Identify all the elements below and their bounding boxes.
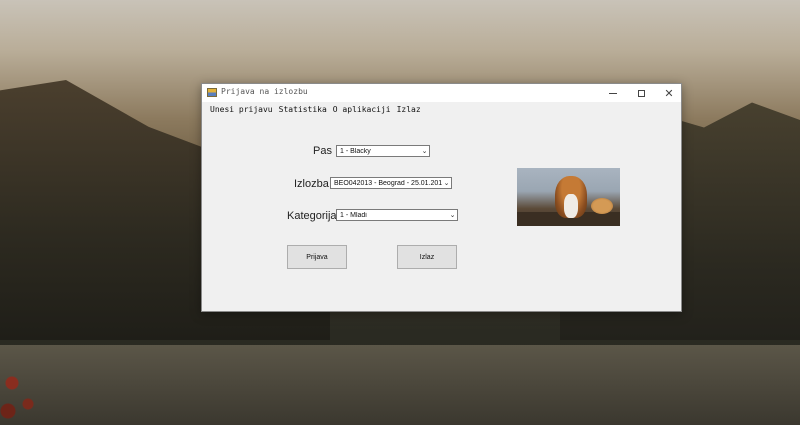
maximize-button[interactable]: [627, 84, 655, 102]
menu-item-statistika[interactable]: Statistika: [279, 105, 327, 114]
pas-label: Pas: [313, 145, 332, 157]
chevron-down-icon[interactable]: ⌄: [448, 210, 457, 220]
menu-item-unesi-prijavu[interactable]: Unesi prijavu: [210, 105, 273, 114]
close-button[interactable]: ✕: [655, 84, 683, 102]
dog-photo: [517, 168, 620, 226]
app-window: Prijava na izlozbu ✕ Unesi prijavu Stati…: [201, 83, 682, 312]
chevron-down-icon[interactable]: ⌄: [420, 146, 429, 156]
chevron-down-icon[interactable]: ⌄: [442, 178, 451, 188]
dog-chest: [564, 194, 578, 218]
minimize-icon: [609, 92, 617, 94]
window-title: Prijava na izlozbu: [221, 87, 308, 96]
kategorija-combobox[interactable]: 1 - Mladi ⌄: [336, 209, 458, 221]
title-bar[interactable]: Prijava na izlozbu ✕: [202, 84, 681, 102]
minimize-button[interactable]: [599, 84, 627, 102]
izlozba-combobox[interactable]: BEO042013 - Beograd - 25.01.2015. ⌄: [330, 177, 452, 189]
izlaz-button[interactable]: Izlaz: [397, 245, 457, 269]
lake: [0, 345, 800, 425]
izlozba-value: BEO042013 - Beograd - 25.01.2015.: [334, 179, 442, 187]
app-icon: [207, 88, 217, 97]
menu-item-izlaz[interactable]: Izlaz: [397, 105, 421, 114]
autumn-leaves: [0, 355, 40, 425]
cat-image: [591, 198, 613, 214]
menu-bar: Unesi prijavu Statistika O aplikaciji Iz…: [202, 102, 681, 116]
izlozba-label: Izlozba: [294, 178, 329, 190]
kategorija-value: 1 - Mladi: [340, 211, 367, 219]
maximize-icon: [637, 89, 645, 97]
kategorija-label: Kategorija: [287, 210, 337, 222]
pas-combobox[interactable]: 1 - Blacky ⌄: [336, 145, 430, 157]
menu-item-o-aplikaciji[interactable]: O aplikaciji: [333, 105, 391, 114]
pas-value: 1 - Blacky: [340, 147, 371, 155]
prijava-button[interactable]: Prijava: [287, 245, 347, 269]
close-icon: ✕: [664, 86, 674, 100]
